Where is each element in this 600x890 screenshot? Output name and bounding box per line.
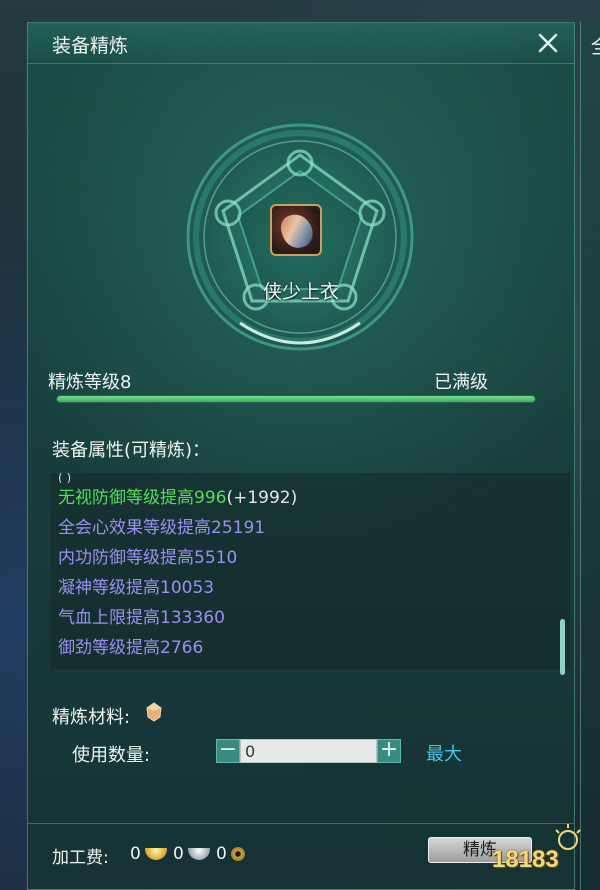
attribute-line: 内功防御等级提高5510 [58, 543, 297, 573]
attributes-list-box[interactable]: ( ) 无视防御等级提高996(+1992) 全会心效果等级提高25191 内功防御… [50, 473, 570, 669]
silver-ingot-icon [187, 848, 210, 860]
equipment-name: 侠少上衣 [262, 281, 339, 303]
window-title: 装备精炼 [52, 35, 129, 57]
side-panel-title: 全 [591, 30, 600, 59]
attribute-line: 凝神等级提高10053 [58, 573, 297, 603]
fee-gold-value: 0 [130, 844, 141, 864]
max-quantity-link[interactable]: 最大 [426, 740, 462, 766]
attribute-line: 全会心效果等级提高25191 [58, 513, 297, 543]
refine-progress-fill [57, 396, 535, 402]
attribute-text: 御劲等级提高2766 [58, 638, 204, 658]
quantity-label: 使用数量: [72, 745, 151, 766]
attribute-line: 气血上限提高133360 [58, 603, 297, 633]
attribute-line: 无视防御等级提高996(+1992) [58, 483, 297, 513]
fee-gold: 0 [130, 844, 167, 864]
gold-ingot-icon [144, 848, 167, 860]
attribute-line: 御劲等级提高2766 [58, 633, 297, 663]
attribute-bonus: (+1992) [226, 488, 298, 508]
attribute-text: 气血上限提高133360 [58, 608, 225, 628]
fee-coin-value: 0 [216, 844, 227, 864]
equipment-slot[interactable] [270, 204, 322, 256]
refine-stone-icon[interactable] [146, 702, 162, 722]
robe-icon [277, 210, 317, 252]
refine-progress-bar [56, 395, 536, 403]
fee-label: 加工费: [52, 848, 109, 868]
title-bar: 装备精炼 [28, 23, 574, 64]
watermark-text: 18183 [492, 846, 559, 873]
side-panel: 全 [580, 22, 600, 890]
quantity-plus-button[interactable]: + [377, 739, 401, 763]
refine-level-label: 精炼等级8 [48, 372, 132, 393]
attributes-list: ( ) 无视防御等级提高996(+1992) 全会心效果等级提高25191 内功防御… [58, 473, 297, 663]
attributes-heading: 装备属性(可精炼)： [52, 440, 211, 461]
close-icon [538, 33, 558, 53]
refine-window: 装备精炼 侠少上衣 精炼等级8 已满级 装备属性(可精炼)： () 无视防御等… [27, 22, 575, 890]
attribute-text: 凝神等级提高10053 [58, 578, 215, 598]
fee-silver: 0 [173, 844, 210, 864]
fee-silver-value: 0 [173, 844, 184, 864]
attributes-scrollbar[interactable] [560, 619, 565, 675]
material-label: 精炼材料: [52, 707, 131, 728]
quantity-input[interactable] [240, 739, 377, 763]
attribute-text: 全会心效果等级提高25191 [58, 518, 266, 538]
attribute-text: 无视防御等级提高996 [58, 488, 227, 508]
attribute-line-clipped: ( ) [58, 473, 72, 483]
quantity-minus-button[interactable]: − [216, 739, 240, 763]
refine-max-status: 已满级 [434, 372, 488, 393]
site-watermark-logo: 18183 [490, 820, 590, 880]
close-button[interactable] [532, 27, 564, 59]
fee-coin: 0 [216, 844, 245, 864]
copper-coin-icon [230, 847, 245, 861]
attribute-text: 内功防御等级提高5510 [58, 548, 238, 568]
